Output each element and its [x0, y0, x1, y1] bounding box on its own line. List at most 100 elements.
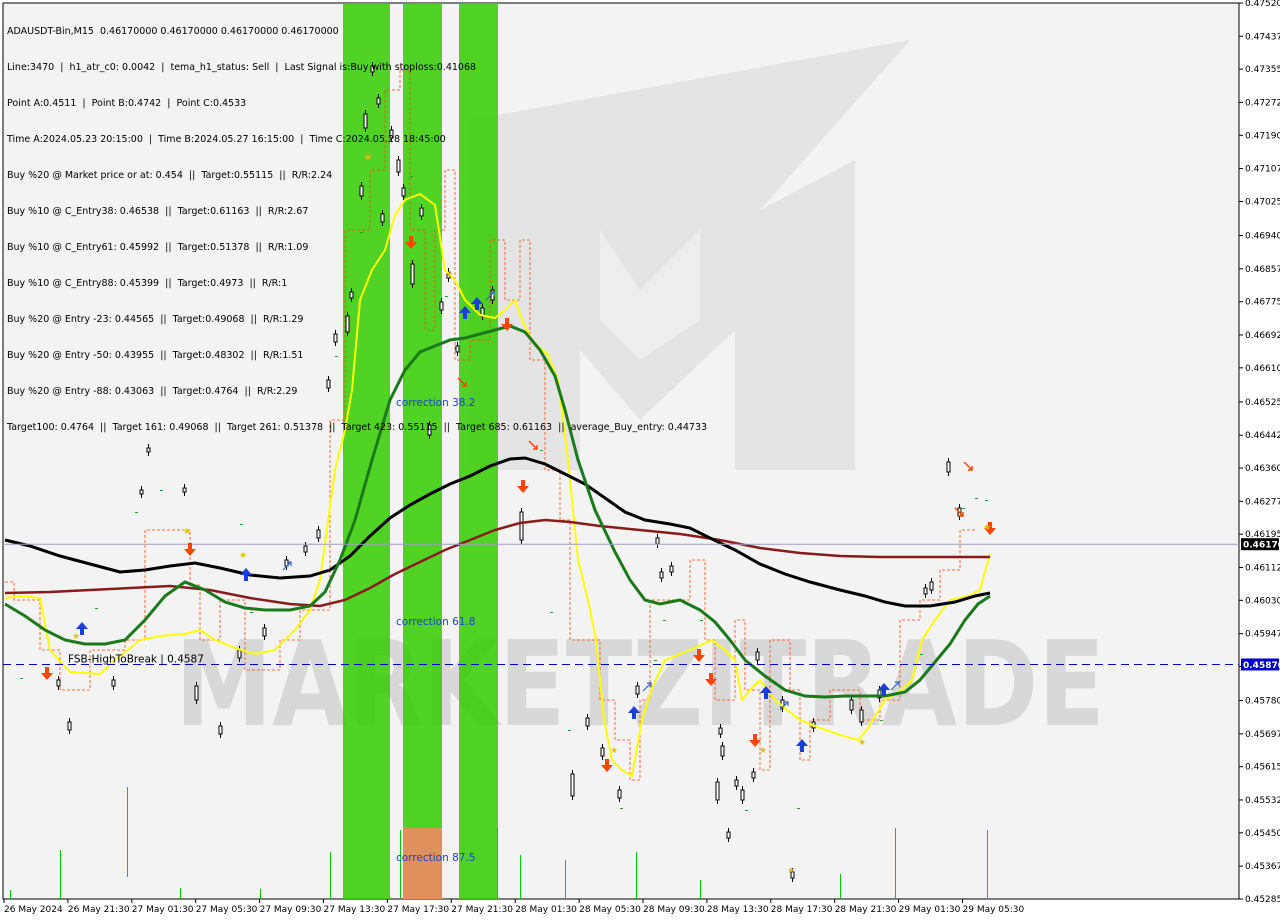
time-tick-label: 28 May 01:30 [515, 905, 577, 915]
candle [237, 649, 242, 659]
volume-bar [636, 852, 637, 898]
time-tick-label: 28 May 05:30 [579, 905, 641, 915]
star-marker: ★ [787, 866, 795, 876]
time-tick-label: 27 May 21:30 [451, 905, 513, 915]
time-tick-label: 28 May 13:30 [707, 905, 769, 915]
volume-bar [840, 874, 841, 898]
time-tick-label: 27 May 09:30 [260, 905, 322, 915]
price-tick-label: 0.46277 [1245, 497, 1280, 507]
price-tick-label: 0.47272 [1245, 98, 1280, 108]
tick-marker [654, 660, 657, 661]
tick-marker [20, 678, 23, 679]
price-tick-label: 0.45450 [1245, 829, 1280, 839]
price-tick-label: 0.45615 [1245, 763, 1280, 773]
tick-marker [745, 810, 748, 811]
candle [303, 545, 308, 553]
info-line: Line:3470 | h1_atr_c0: 0.0042 | tema_h1_… [7, 62, 477, 73]
candle [859, 709, 864, 723]
candle [182, 487, 187, 493]
info-line: Point A:0.4511 | Point B:0.4742 | Point … [7, 98, 247, 109]
volume-bar [895, 828, 896, 898]
info-panel: ADAUSDT-Bin,M15 0.46170000 0.46170000 0.… [7, 2, 707, 458]
price-tick-label: 0.46692 [1245, 331, 1280, 341]
info-line: Target100: 0.4764 || Target 161: 0.49068… [7, 422, 708, 433]
info-line: Buy %10 @ C_Entry61: 0.45992 || Target:0… [7, 242, 309, 253]
price-tick-label: 0.46857 [1245, 265, 1280, 275]
time-tick-label: 28 May 09:30 [643, 905, 705, 915]
price-tick-label: 0.45697 [1245, 730, 1280, 740]
price-tick-label: 0.46525 [1245, 398, 1280, 408]
info-line: Buy %10 @ C_Entry88: 0.45399 || Target:0… [7, 278, 288, 289]
price-tick-label: 0.46775 [1245, 298, 1280, 308]
candle [67, 721, 72, 731]
candle [755, 651, 760, 661]
candle [715, 781, 720, 801]
price-tick-label: 0.45285 [1245, 895, 1280, 905]
price-tick-label: 0.46112 [1245, 563, 1280, 573]
price-tick-label: 0.45947 [1245, 630, 1280, 640]
correction-label: correction 87.5 [396, 852, 475, 864]
candle [519, 511, 524, 541]
tick-marker [135, 512, 138, 513]
candle [751, 771, 756, 779]
price-tick-label: 0.47190 [1245, 131, 1280, 141]
candle [56, 679, 61, 687]
candle [718, 727, 723, 735]
price-tick-label: 0.46360 [1245, 464, 1280, 474]
tick-marker [880, 720, 883, 721]
volume-bar [330, 852, 331, 898]
correction-label: correction 61.8 [396, 616, 475, 628]
tick-marker [797, 808, 800, 809]
candle [849, 699, 854, 711]
candle [218, 725, 223, 735]
candle [655, 537, 660, 545]
candle [111, 679, 116, 687]
volume-bar [127, 787, 128, 877]
star-marker: ★ [983, 523, 991, 533]
candle [946, 461, 951, 473]
breakout-level-tag-label: 0.45870 [1243, 661, 1280, 671]
star-marker: ★ [72, 632, 80, 642]
price-tick-label: 0.45780 [1245, 697, 1280, 707]
tick-marker [240, 524, 243, 525]
candle [734, 779, 739, 787]
star-marker: ★ [858, 738, 866, 748]
star-marker: ★ [239, 551, 247, 561]
time-tick-label: 27 May 13:30 [324, 905, 386, 915]
candle [600, 747, 605, 757]
volume-bar [260, 889, 261, 898]
time-tick-label: 29 May 01:30 [899, 905, 961, 915]
candle [139, 489, 144, 495]
candle [262, 627, 267, 637]
info-line: Buy %20 @ Entry -88: 0.43063 || Target:0… [7, 386, 298, 397]
time-tick-label: 27 May 01:30 [132, 905, 194, 915]
price-tick-label: 0.46940 [1245, 232, 1280, 242]
price-tick-label: 0.47355 [1245, 65, 1280, 75]
volume-bar [520, 855, 521, 899]
candle [316, 529, 321, 539]
candle [194, 685, 199, 701]
volume-bar [60, 850, 61, 898]
time-tick-label: 27 May 17:30 [387, 905, 449, 915]
tick-marker [160, 490, 163, 491]
tick-marker [663, 620, 666, 621]
star-marker: ★ [183, 527, 191, 537]
candle [635, 685, 640, 695]
time-tick-label: 26 May 21:30 [68, 905, 130, 915]
star-marker: ★ [610, 746, 618, 756]
price-tick-label: 0.47437 [1245, 32, 1280, 42]
price-tick-label: 0.47107 [1245, 165, 1280, 175]
volume-bar [10, 890, 11, 898]
tick-marker [250, 612, 253, 613]
volume-bar [987, 830, 988, 898]
tick-marker [95, 608, 98, 609]
current-price-tag-label: 0.46170 [1243, 541, 1280, 551]
candle [585, 717, 590, 727]
candle [617, 789, 622, 799]
price-tick-label: 0.45367 [1245, 862, 1280, 872]
price-tick-label: 0.45532 [1245, 796, 1280, 806]
price-tick-label: 0.46610 [1245, 364, 1280, 374]
candle [570, 773, 575, 797]
time-tick-label: 28 May 21:30 [835, 905, 897, 915]
time-tick-label: 28 May 17:30 [771, 905, 833, 915]
